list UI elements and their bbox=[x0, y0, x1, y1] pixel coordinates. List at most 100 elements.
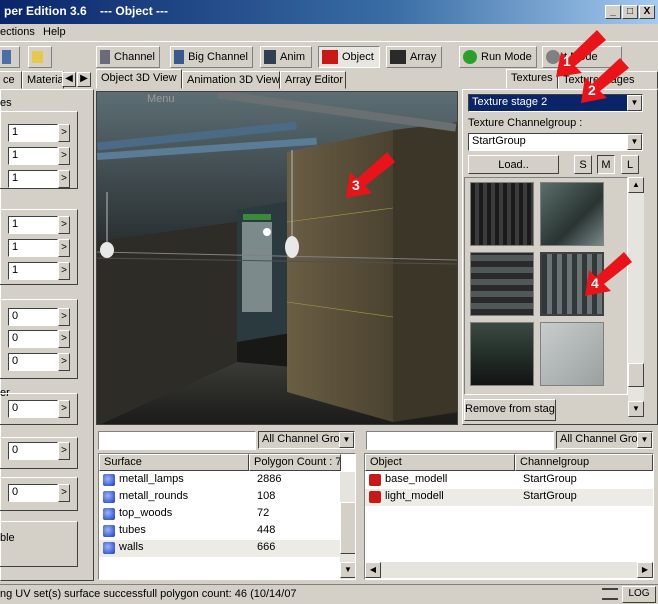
log-button[interactable]: LOG bbox=[622, 586, 656, 603]
surface-row[interactable]: metall_rounds 108 bbox=[99, 489, 340, 506]
column-header-surface[interactable]: Surface bbox=[99, 454, 249, 471]
load-button[interactable]: Load.. bbox=[468, 155, 559, 174]
increment-button[interactable]: > bbox=[58, 124, 70, 142]
value-field[interactable]: 0 bbox=[8, 308, 58, 326]
increment-button[interactable]: > bbox=[58, 239, 70, 257]
channelgroup-select[interactable]: StartGroup ▼ bbox=[468, 133, 643, 151]
tab-material[interactable]: Materia bbox=[22, 71, 64, 89]
channel-button[interactable]: Channel bbox=[96, 46, 160, 68]
edit-mode-button[interactable]: t Mode bbox=[542, 46, 622, 68]
increment-button[interactable]: > bbox=[58, 262, 70, 280]
surface-scrollbar[interactable]: ▼ bbox=[340, 472, 355, 579]
value-field[interactable]: 1 bbox=[8, 147, 58, 165]
viewport-3d[interactable]: Menu bbox=[96, 91, 458, 425]
minimize-button[interactable]: _ bbox=[605, 5, 621, 19]
texture-thumb[interactable] bbox=[540, 182, 604, 246]
right-panel: Textures Texture stages Texture stage 2 … bbox=[462, 69, 658, 425]
big-channel-button[interactable]: Big Channel bbox=[170, 46, 253, 68]
tab-animation-3d-view[interactable]: Animation 3D View bbox=[182, 71, 280, 89]
array-button[interactable]: Array bbox=[386, 46, 442, 68]
texture-thumb[interactable] bbox=[470, 322, 534, 386]
scroll-down-button[interactable]: ▼ bbox=[628, 401, 644, 417]
texture-thumb[interactable] bbox=[470, 182, 534, 246]
texture-thumb[interactable] bbox=[540, 322, 604, 386]
increment-button[interactable]: > bbox=[58, 147, 70, 165]
value-field[interactable]: 1 bbox=[8, 262, 58, 280]
maximize-button[interactable]: □ bbox=[622, 5, 638, 19]
close-button[interactable]: X bbox=[639, 5, 655, 19]
column-header-object[interactable]: Object bbox=[365, 454, 515, 471]
value-field[interactable]: 1 bbox=[8, 216, 58, 234]
surface-filter-select[interactable]: All Channel Grou ▼ bbox=[258, 431, 355, 449]
texture-stage-select[interactable]: Texture stage 2 ▼ bbox=[468, 94, 643, 112]
size-s-button[interactable]: S bbox=[574, 155, 592, 174]
increment-button[interactable]: > bbox=[58, 330, 70, 348]
surface-search-field[interactable] bbox=[98, 431, 256, 450]
open-tool-button[interactable] bbox=[28, 46, 52, 68]
increment-button[interactable]: > bbox=[58, 170, 70, 188]
increment-button[interactable]: > bbox=[58, 400, 70, 418]
menu-item-help[interactable]: Help bbox=[43, 26, 66, 38]
chevron-down-icon[interactable]: ▼ bbox=[627, 95, 642, 111]
value-field[interactable]: 0 bbox=[8, 353, 58, 371]
value-field[interactable]: 0 bbox=[8, 442, 58, 460]
scroll-thumb[interactable] bbox=[628, 363, 644, 387]
scroll-down-button[interactable]: ▼ bbox=[340, 562, 355, 578]
increment-button[interactable]: > bbox=[58, 484, 70, 502]
scene-render bbox=[97, 92, 457, 424]
save-icon bbox=[2, 50, 11, 64]
increment-button[interactable]: > bbox=[58, 308, 70, 326]
value-field[interactable]: 0 bbox=[8, 330, 58, 348]
object-row[interactable]: light_modell StartGroup bbox=[365, 489, 653, 506]
run-mode-button[interactable]: Run Mode bbox=[459, 46, 537, 68]
size-l-button[interactable]: L bbox=[621, 155, 639, 174]
value-field[interactable]: 0 bbox=[8, 484, 58, 502]
polygon-count: 72 bbox=[257, 507, 270, 519]
scroll-left-button[interactable]: ◀ bbox=[365, 562, 381, 578]
size-m-button[interactable]: M bbox=[597, 155, 615, 174]
value-field[interactable]: 0 bbox=[8, 400, 58, 418]
object-row[interactable]: base_modell StartGroup bbox=[365, 472, 653, 489]
run-icon bbox=[463, 50, 477, 64]
save-tool-button[interactable] bbox=[0, 46, 20, 68]
scroll-thumb[interactable] bbox=[340, 502, 355, 554]
remove-from-stage-button[interactable]: Remove from stage bbox=[464, 399, 556, 421]
tab-array-editor[interactable]: Array Editor bbox=[280, 71, 346, 89]
surface-row[interactable]: walls 666 bbox=[99, 540, 340, 557]
increment-button[interactable]: > bbox=[58, 353, 70, 371]
object-hscrollbar[interactable]: ◀ ▶ bbox=[365, 562, 653, 578]
increment-button[interactable]: > bbox=[58, 442, 70, 460]
texture-thumb[interactable] bbox=[470, 252, 534, 316]
texture-scrollbar[interactable]: ▲ ▼ bbox=[628, 177, 644, 417]
chevron-down-icon[interactable]: ▼ bbox=[339, 432, 354, 448]
object-filter-select[interactable]: All Channel Grou ▼ bbox=[556, 431, 653, 449]
tab-scroll-left[interactable]: ◀ bbox=[62, 72, 76, 87]
tab-surface[interactable]: ce bbox=[0, 71, 22, 89]
tab-textures[interactable]: Textures bbox=[506, 69, 558, 89]
scroll-right-button[interactable]: ▶ bbox=[637, 562, 653, 578]
surface-icon bbox=[103, 474, 115, 486]
surface-row[interactable]: tubes 448 bbox=[99, 523, 340, 540]
object-search-field[interactable] bbox=[366, 431, 554, 450]
anim-button[interactable]: Anim bbox=[260, 46, 312, 68]
surface-row[interactable]: top_woods 72 bbox=[99, 506, 340, 523]
status-text: ng UV set(s) surface successfull polygon… bbox=[0, 588, 297, 600]
object-button[interactable]: Object bbox=[318, 46, 380, 68]
chevron-down-icon[interactable]: ▼ bbox=[627, 134, 642, 150]
tab-scroll-right[interactable]: ▶ bbox=[77, 72, 91, 87]
surface-row[interactable]: metall_lamps 2886 bbox=[99, 472, 340, 489]
value-field[interactable]: 1 bbox=[8, 239, 58, 257]
value-field[interactable]: 1 bbox=[8, 124, 58, 142]
value-field[interactable]: 1 bbox=[8, 170, 58, 188]
column-header-polygon-count[interactable]: Polygon Count : 7 bbox=[249, 454, 341, 471]
tab-object-3d-view[interactable]: Object 3D View bbox=[96, 69, 182, 89]
increment-button[interactable]: > bbox=[58, 216, 70, 234]
chevron-down-icon[interactable]: ▼ bbox=[637, 432, 652, 448]
viewport-menu-label[interactable]: Menu bbox=[147, 93, 175, 105]
surface-name: metall_rounds bbox=[119, 490, 189, 502]
scroll-up-button[interactable]: ▲ bbox=[628, 177, 644, 193]
menu-item-sections[interactable]: ections bbox=[0, 26, 35, 38]
tab-texture-stages[interactable]: Texture stages bbox=[558, 71, 658, 89]
object-panel: All Channel Grou ▼ Object Channelgroup b… bbox=[362, 428, 658, 580]
column-header-channelgroup[interactable]: Channelgroup bbox=[515, 454, 653, 471]
